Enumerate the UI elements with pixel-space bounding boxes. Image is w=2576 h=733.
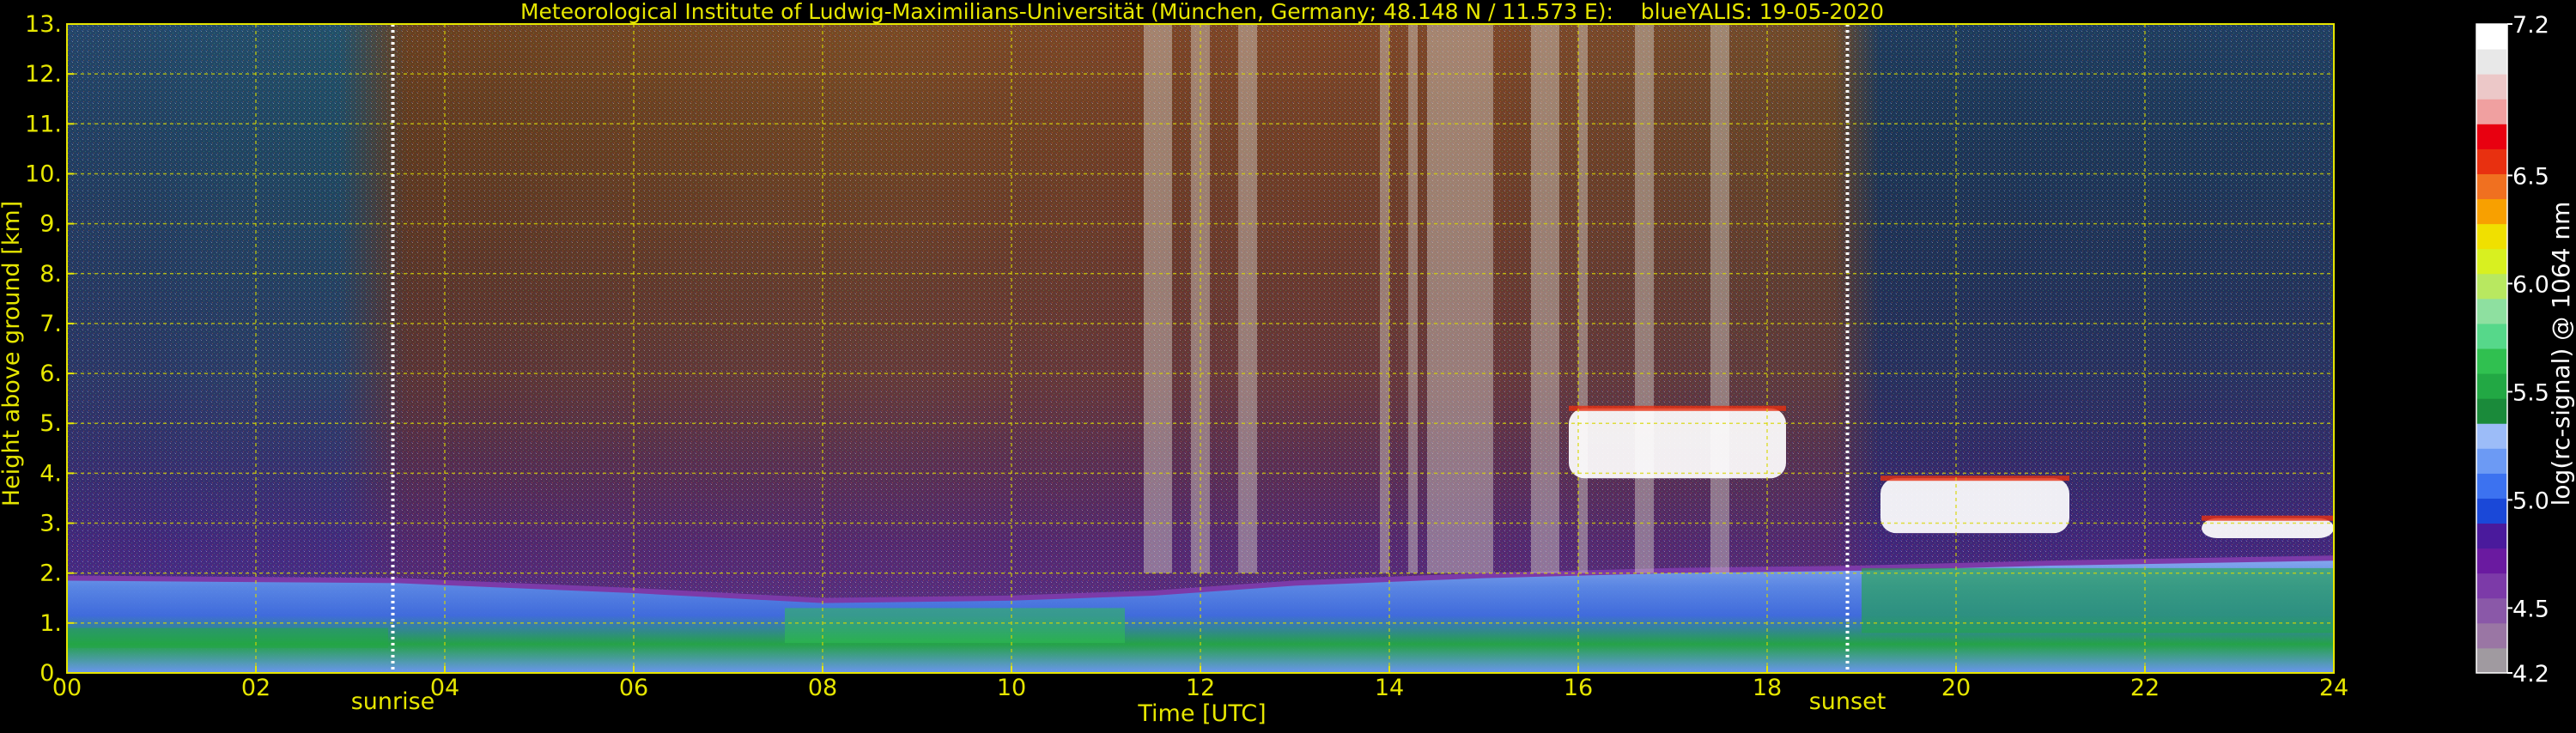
colorbar-segment [2476, 647, 2507, 674]
y-tick-label: 12. [25, 61, 62, 88]
colorbar-label: log(rc-signal) @ 1064 nm [2547, 202, 2575, 506]
colorbar-segment [2476, 523, 2507, 549]
signal-column-9 [1635, 24, 1654, 573]
signal-column-7 [1531, 24, 1559, 573]
colorbar-segment [2476, 572, 2507, 599]
colorbar-segment [2476, 148, 2507, 174]
colorbar-segment [2476, 597, 2507, 624]
colorbar-segment [2476, 548, 2507, 574]
x-tick-label: 10 [997, 675, 1026, 701]
lidar-figure: 00 02 04 06 08 10 12 14 16 18 20 22 24 0. 1. 2. 3. 4. 5. 6… [0, 0, 2576, 730]
colorbar-segment [2476, 498, 2507, 524]
colorbar: 4.2 4.5 5.0 5.5 6.0 6.5 7.2 [2476, 12, 2549, 688]
colorbar-segment [2476, 124, 2507, 149]
y-tick-label: 9. [39, 211, 62, 238]
y-tick-label: 3. [39, 511, 62, 537]
cloud-2 [1880, 478, 2069, 534]
cloud-1 [1569, 408, 1786, 479]
x-tick-label: 02 [241, 675, 270, 701]
colorbar-segment [2476, 448, 2507, 474]
y-tick-label: 11. [25, 111, 62, 137]
lidar-chart-svg: 00 02 04 06 08 10 12 14 16 18 20 22 24 0.1.2.3.4.5.6… [0, 0, 2575, 727]
colorbar-segment [2476, 173, 2507, 200]
colorbar-tick-label: 7.2 [2512, 12, 2549, 39]
signal-column-3 [1238, 24, 1257, 573]
y-tick-label: 0. [39, 660, 62, 687]
colorbar-tick-label: 5.0 [2512, 488, 2549, 514]
x-tick-label: 24 [2319, 675, 2348, 701]
signal-column-1 [1144, 24, 1172, 573]
y-axis-label: Height above ground [km] [0, 201, 25, 506]
colorbar-segment [2476, 248, 2507, 275]
x-tick-label: 18 [1753, 675, 1782, 701]
colorbar-segment [2476, 74, 2507, 100]
cloud-edge-3 [2202, 515, 2334, 521]
colorbar-segment [2476, 273, 2507, 300]
colorbar-segment [2476, 473, 2507, 499]
signal-column-10 [1710, 24, 1729, 573]
y-tick-label: 13. [25, 11, 62, 38]
colorbar-segment [2476, 198, 2507, 225]
y-tick-label: 10. [25, 161, 62, 187]
y-tick-label: 7. [39, 311, 62, 337]
x-tick-label: 14 [1375, 675, 1404, 701]
x-tick-label: 22 [2130, 675, 2160, 701]
colorbar-segment [2476, 323, 2507, 349]
x-tick-label: 12 [1186, 675, 1215, 701]
signal-column-4 [1380, 24, 1389, 573]
signal-column-2 [1191, 24, 1210, 573]
colorbar-tick-label: 4.2 [2512, 661, 2549, 688]
y-tick-label: 4. [39, 460, 62, 487]
midday-aerosol-layer [785, 608, 1125, 644]
morning-aerosol-layer [67, 627, 388, 648]
y-tick-label: 1. [39, 610, 62, 637]
colorbar-segment [2476, 24, 2507, 50]
colorbar-segment [2476, 298, 2507, 324]
cloud-edge-2 [1880, 476, 2069, 482]
colorbar-segment [2476, 99, 2507, 124]
colorbar-segment [2476, 49, 2507, 75]
signal-column-8 [1578, 24, 1588, 573]
colorbar-segment [2476, 622, 2507, 649]
y-tick-label: 6. [39, 360, 62, 387]
colorbar-tick-label: 5.5 [2512, 379, 2549, 406]
colorbar-tick-label: 4.5 [2512, 596, 2549, 622]
signal-column-5 [1408, 24, 1418, 573]
y-tick-label: 2. [39, 560, 62, 587]
colorbar-segment [2476, 348, 2507, 374]
colorbar-tick-label: 6.0 [2512, 271, 2549, 298]
x-tick-label: 16 [1564, 675, 1593, 701]
cloud-3 [2202, 518, 2334, 538]
x-tick-label: 08 [808, 675, 837, 701]
sunset-label: sunset [1809, 688, 1886, 715]
y-tick-label: 5. [39, 410, 62, 437]
colorbar-segment [2476, 398, 2507, 424]
x-axis-label: Time [UTC] [1137, 700, 1266, 727]
x-tick-label: 20 [1941, 675, 1971, 701]
colorbar-segment [2476, 423, 2507, 449]
cloud-edge-1 [1569, 405, 1786, 411]
x-tick-label: 06 [619, 675, 648, 701]
sun-labels: sunrise sunset [351, 688, 1886, 715]
signal-column-6 [1427, 24, 1493, 573]
sunrise-label: sunrise [351, 688, 435, 715]
colorbar-tick-label: 6.5 [2512, 163, 2549, 190]
evening-aerosol-layer [1862, 567, 2334, 633]
chart-title: Meteorological Institute of Ludwig-Maxim… [520, 0, 1884, 24]
colorbar-segment [2476, 223, 2507, 250]
y-tick-label: 8. [39, 261, 62, 288]
colorbar-segment [2476, 373, 2507, 399]
